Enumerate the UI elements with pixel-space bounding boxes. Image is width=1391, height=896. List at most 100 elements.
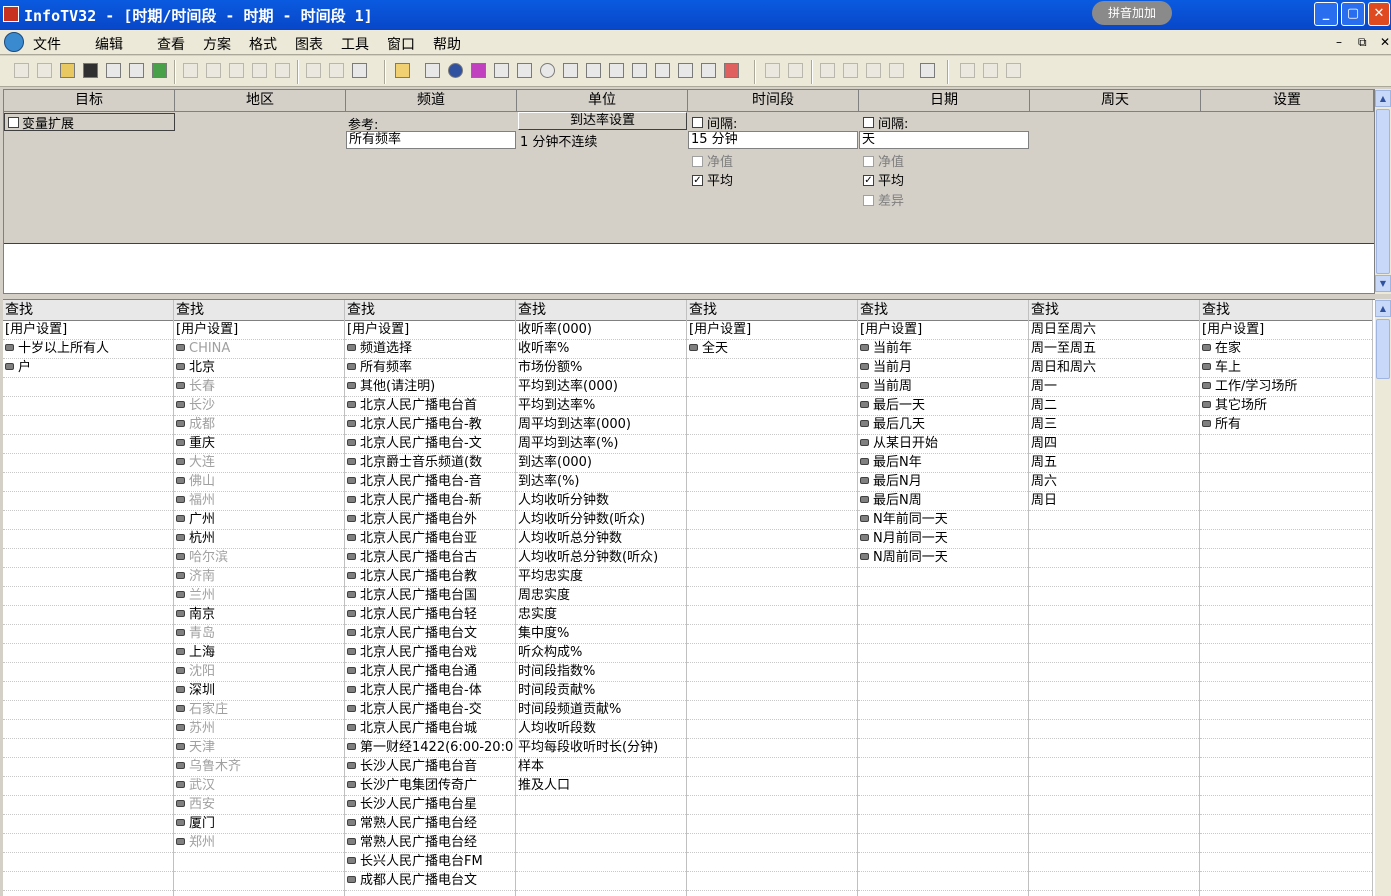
list-item[interactable]: 北京人民广播电台首 [345,397,515,416]
list-item[interactable]: [用户设置] [1200,321,1372,340]
list-item[interactable]: 杭州 [174,530,344,549]
list-item[interactable]: 听众构成% [516,644,686,663]
list-item[interactable]: 成都 [174,416,344,435]
list-item[interactable]: 样本 [516,758,686,777]
list-item[interactable]: 周平均到达率(%) [516,435,686,454]
globe-icon[interactable] [448,63,463,78]
scroll-thumb[interactable] [1376,109,1390,274]
list-item[interactable]: 济南 [174,568,344,587]
list-item[interactable]: 平均到达率(000) [516,378,686,397]
list-item[interactable]: 乌鲁木齐 [174,758,344,777]
list-item[interactable]: 成都人民广播电台文 [345,872,515,891]
list-item[interactable]: 最后N年 [858,454,1028,473]
list-item[interactable]: 苏州 [174,720,344,739]
list-item[interactable]: 人均收听分钟数 [516,492,686,511]
list-item[interactable]: 人均收听总分钟数(听众) [516,549,686,568]
minimize-button[interactable]: _ [1314,2,1338,26]
grid-icon[interactable] [765,63,780,78]
notes-icon[interactable] [609,63,624,78]
list-item[interactable]: 北京人民广播电台亚 [345,530,515,549]
layout-icon[interactable] [395,63,410,78]
list-item[interactable]: N月前同一天 [858,530,1028,549]
list-item[interactable]: 人均收听段数 [516,720,686,739]
list-item[interactable]: 佛山 [174,473,344,492]
list-item[interactable]: 石家庄 [174,701,344,720]
excel-icon[interactable] [152,63,167,78]
list-item[interactable]: 所有 [1200,416,1372,435]
print-icon[interactable] [306,63,321,78]
save-icon[interactable] [83,63,98,78]
new-icon[interactable] [14,63,29,78]
list-item[interactable]: 广州 [174,511,344,530]
delete-icon[interactable] [252,63,267,78]
filter-icon[interactable] [586,63,601,78]
list-item[interactable]: 北京人民广播电台外 [345,511,515,530]
grid-edit-icon[interactable] [788,63,803,78]
list-item[interactable]: 全天 [687,340,857,359]
list-item[interactable]: [用户设置] [345,321,515,340]
list-item[interactable]: 南京 [174,606,344,625]
scroll-up-arrow[interactable]: ▲ [1375,90,1391,107]
stop-icon[interactable] [724,63,739,78]
ime-indicator[interactable]: 拼音加加 [1092,1,1172,25]
header-weekday[interactable]: 周天 [1030,90,1201,112]
list-item[interactable]: 北京人民广播电台戏 [345,644,515,663]
properties-icon[interactable] [275,63,290,78]
print-preview-icon[interactable] [329,63,344,78]
list-item[interactable]: 北京人民广播电台文 [345,625,515,644]
list-item[interactable]: 最后一天 [858,397,1028,416]
list-item[interactable]: 人均收听总分钟数 [516,530,686,549]
list-item[interactable]: N周前同一天 [858,549,1028,568]
timeslot-interval-checkbox[interactable] [692,117,703,128]
list-item[interactable]: 到达率(000) [516,454,686,473]
find-header[interactable]: 查找 [1200,300,1372,321]
export-icon[interactable] [701,63,716,78]
group-icon[interactable] [563,63,578,78]
list-item[interactable]: 长沙人民广播电台星 [345,796,515,815]
find-header[interactable]: 查找 [345,300,515,321]
table-icon[interactable] [678,63,693,78]
eraser-icon[interactable] [920,63,935,78]
menu-format[interactable]: 格式 [249,34,277,54]
menu-file[interactable]: 文件 [33,34,61,54]
list-item[interactable]: 其它场所 [1200,397,1372,416]
list-item[interactable]: 北京人民广播电台-体 [345,682,515,701]
list-item[interactable]: 北京人民广播电台-教 [345,416,515,435]
list-item[interactable]: 收听率(000) [516,321,686,340]
list-item[interactable]: CHINA [174,340,344,359]
list-item[interactable]: [用户设置] [687,321,857,340]
scroll-thumb[interactable] [1376,319,1390,379]
list-item[interactable]: 周日和周六 [1029,359,1199,378]
list-item[interactable]: 周六 [1029,473,1199,492]
list-item[interactable]: 当前月 [858,359,1028,378]
list-item[interactable]: 十岁以上所有人 [3,340,173,359]
tool-b-icon[interactable] [843,63,858,78]
list-item[interactable]: 周二 [1029,397,1199,416]
menu-help[interactable]: 帮助 [433,34,461,54]
paste-icon[interactable] [229,63,244,78]
list-item[interactable]: 上海 [174,644,344,663]
menu-chart[interactable]: 图表 [295,34,323,54]
list-item[interactable]: 市场份额% [516,359,686,378]
menu-edit[interactable]: 编辑 [95,34,123,54]
list-item[interactable]: 推及人口 [516,777,686,796]
list-item[interactable]: 忠实度 [516,606,686,625]
app-icon[interactable] [3,6,19,22]
tool-a-icon[interactable] [820,63,835,78]
save-all-icon[interactable] [106,63,121,78]
list-item[interactable]: 周日 [1029,492,1199,511]
header-setting[interactable]: 设置 [1201,90,1374,112]
list-item[interactable]: 长沙 [174,397,344,416]
list-item[interactable]: 周忠实度 [516,587,686,606]
timeslot-net-checkbox[interactable] [692,156,703,167]
list-item[interactable]: 沈阳 [174,663,344,682]
mdi-restore-button[interactable]: ⧉ [1358,35,1367,50]
windows-icon[interactable] [655,63,670,78]
list-item[interactable]: 福州 [174,492,344,511]
list-item[interactable]: 时间段贡献% [516,682,686,701]
list-item[interactable]: 人均收听分钟数(听众) [516,511,686,530]
list-item[interactable]: 周一 [1029,378,1199,397]
list-item[interactable]: 天津 [174,739,344,758]
list-item[interactable]: 武汉 [174,777,344,796]
list-item[interactable]: 北京人民广播电台城 [345,720,515,739]
